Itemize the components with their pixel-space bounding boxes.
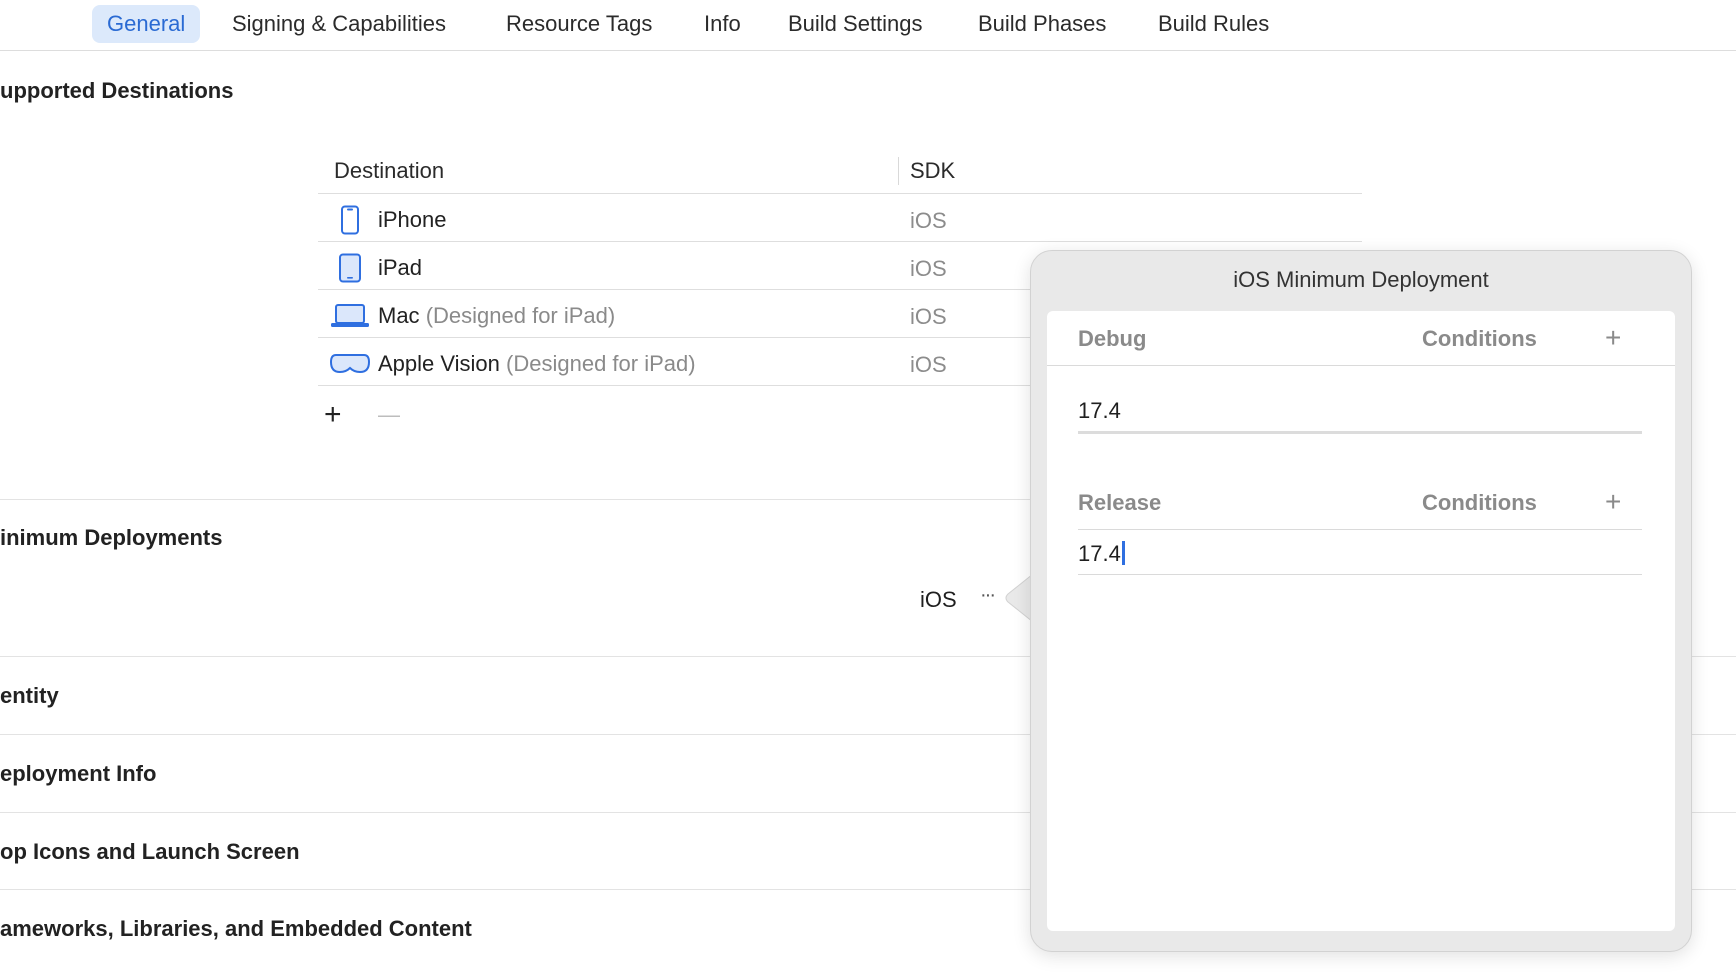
debug-header-divider	[1047, 365, 1675, 366]
popover-title: iOS Minimum Deployment	[1233, 267, 1489, 292]
release-version-field[interactable]: 17.4	[1078, 541, 1125, 567]
tab-bar: General Signing & Capabilities Resource …	[0, 0, 1736, 51]
header-divider	[318, 193, 1362, 194]
destination-note: (Designed for iPad)	[425, 303, 616, 328]
release-conditions-label: Conditions	[1422, 490, 1537, 515]
section-divider	[0, 889, 1030, 890]
section-divider	[0, 656, 1030, 657]
column-separator	[898, 157, 899, 185]
remove-destination-button[interactable]: —	[378, 400, 400, 430]
destination-name: iPhone	[378, 207, 447, 232]
sdk-value: iOS	[910, 256, 947, 281]
section-title-frameworks[interactable]: ameworks, Libraries, and Embedded Conten…	[0, 916, 472, 942]
vision-headset-icon	[330, 354, 370, 374]
platform-label: iOS	[920, 587, 957, 612]
sdk-value: iOS	[910, 352, 947, 377]
section-divider	[0, 734, 1030, 735]
debug-add-condition-button[interactable]: +	[1605, 324, 1621, 352]
tab-build-phases[interactable]: Build Phases	[978, 5, 1106, 43]
debug-label: Debug	[1078, 326, 1147, 351]
iphone-icon	[341, 205, 359, 235]
debug-field-underline	[1078, 431, 1642, 434]
section-divider	[0, 499, 1030, 500]
section-divider	[1690, 812, 1736, 813]
section-title-minimum-deployments[interactable]: inimum Deployments	[0, 525, 222, 551]
sdk-value: iOS	[910, 304, 947, 329]
destination-name: iPad	[378, 255, 423, 280]
section-divider	[0, 812, 1030, 813]
section-divider	[1690, 734, 1736, 735]
section-title-identity[interactable]: entity	[0, 683, 59, 709]
destination-name: Mac (Designed for iPad)	[378, 303, 616, 328]
destination-note: (Designed for iPad)	[506, 351, 696, 376]
section-divider	[1690, 656, 1736, 657]
release-field-underline	[1078, 574, 1642, 575]
popover-panel: Debug Conditions + 17.4 Release Conditio…	[1047, 311, 1675, 931]
add-destination-button[interactable]: +	[324, 400, 342, 430]
sdk-value: iOS	[910, 208, 947, 233]
tab-build-settings[interactable]: Build Settings	[788, 5, 923, 43]
column-header-destination[interactable]: Destination	[334, 158, 444, 184]
row-divider	[318, 241, 1362, 242]
tab-resource-tags[interactable]: Resource Tags	[506, 5, 652, 43]
ios-minimum-deployment-popover: iOS Minimum Deployment Debug Conditions …	[1030, 250, 1692, 952]
tab-general[interactable]: General	[92, 5, 201, 43]
column-header-sdk[interactable]: SDK	[910, 158, 955, 184]
section-title-app-icons[interactable]: op Icons and Launch Screen	[0, 839, 300, 865]
tab-build-rules[interactable]: Build Rules	[1158, 5, 1269, 43]
section-title-deployment-info[interactable]: eployment Info	[0, 761, 156, 787]
ipad-icon	[339, 253, 361, 283]
tab-signing-capabilities[interactable]: Signing & Capabilities	[232, 5, 446, 43]
text-cursor	[1121, 541, 1125, 565]
section-title-supported-destinations[interactable]: upported Destinations	[0, 78, 233, 104]
more-options-button[interactable]: ···	[980, 584, 996, 607]
section-divider	[1690, 889, 1736, 890]
release-header-divider	[1078, 529, 1642, 530]
debug-version-field[interactable]: 17.4	[1078, 398, 1121, 424]
release-label: Release	[1078, 490, 1162, 515]
tab-info[interactable]: Info	[704, 5, 741, 43]
debug-conditions-label: Conditions	[1422, 326, 1537, 351]
laptop-icon	[331, 304, 369, 327]
destination-name: Apple Vision (Designed for iPad)	[378, 351, 696, 376]
release-add-condition-button[interactable]: +	[1605, 488, 1621, 516]
